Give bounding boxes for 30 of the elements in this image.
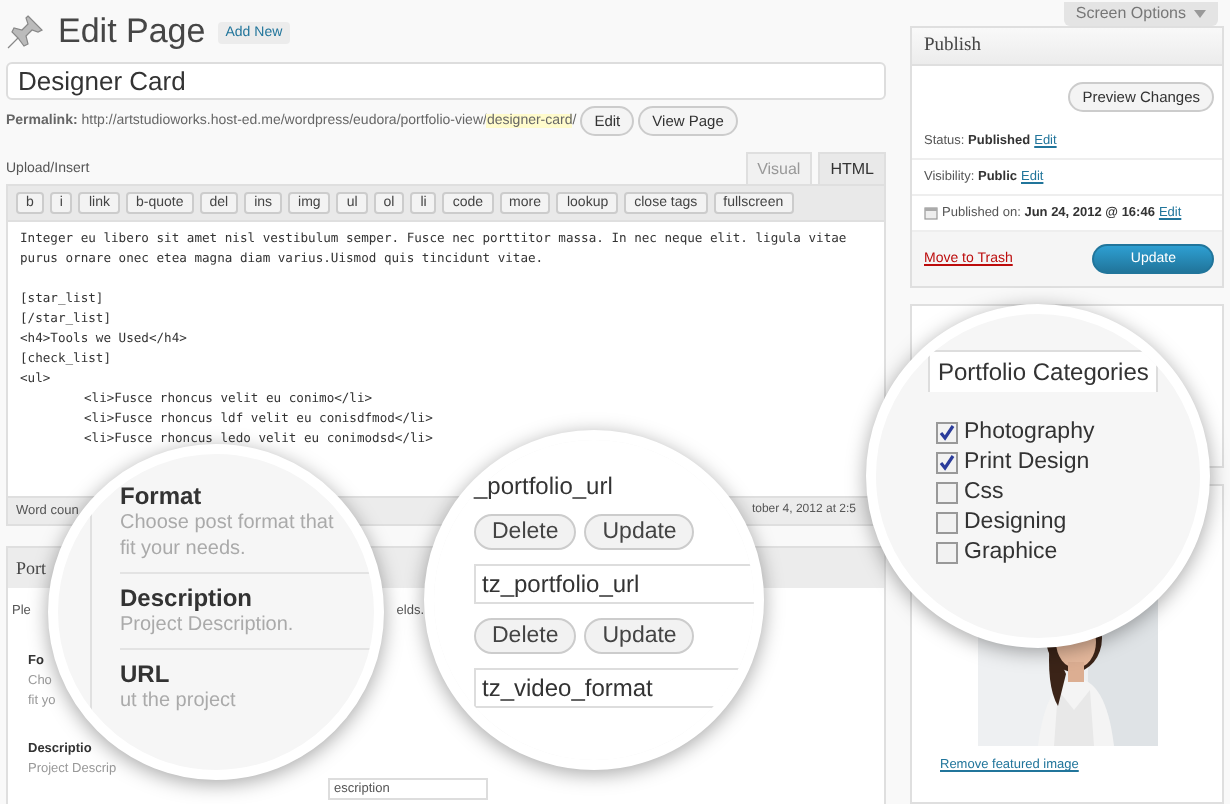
checkbox[interactable] — [936, 421, 958, 443]
category-label: Designing — [964, 510, 1067, 534]
editor-tab[interactable]: HTML — [818, 152, 886, 184]
category-label: Print Design — [964, 450, 1090, 474]
field-hint: ut the project — [120, 688, 236, 714]
checkbox[interactable] — [936, 451, 958, 473]
panel-title: Publish — [912, 28, 1222, 66]
checkbox[interactable] — [936, 541, 958, 563]
page-title: Edit Page — [58, 12, 206, 52]
delete-button[interactable]: Delete — [474, 618, 577, 654]
field-label: URL — [120, 662, 170, 688]
panel-tab[interactable]: Portfolio Categories — [928, 350, 1159, 392]
title-field[interactable]: Designer Card — [6, 62, 886, 100]
category-label: Photography — [964, 420, 1095, 444]
calendar-icon — [924, 206, 938, 220]
field-label: Description — [120, 586, 253, 612]
category-label: Css — [964, 480, 1004, 504]
checkbox[interactable] — [936, 511, 958, 533]
update-button[interactable]: Update — [584, 514, 695, 550]
checkbox[interactable] — [936, 481, 958, 503]
field-hint: Project Description. — [120, 612, 294, 638]
update-button[interactable]: Update — [584, 618, 695, 654]
screen-options-button[interactable]: Screen Options — [1063, 2, 1218, 26]
input-field[interactable]: tz_portfolio_url — [474, 564, 754, 604]
delete-button[interactable]: Delete — [474, 514, 577, 550]
category-label: Graphice — [964, 540, 1058, 564]
field-hint: Choose post format that — [120, 510, 334, 536]
pushpin-icon — [6, 12, 46, 52]
field-name: _portfolio_url — [474, 472, 613, 500]
field-label: Format — [120, 484, 202, 510]
